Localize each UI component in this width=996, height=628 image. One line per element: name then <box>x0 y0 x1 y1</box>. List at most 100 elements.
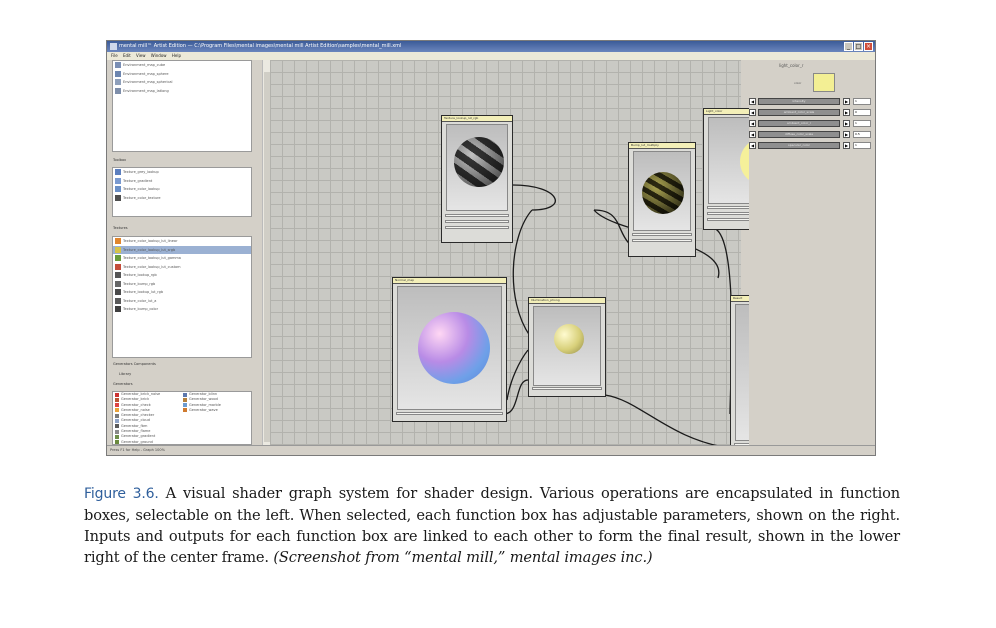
param-left-button[interactable]: ◀ <box>749 109 756 116</box>
node-port-bar[interactable] <box>632 239 692 242</box>
status-bar: Press F1 for Help - Graph 100% <box>107 445 875 455</box>
list-item[interactable]: Environment_map_spherical <box>113 78 251 87</box>
function-icon <box>115 280 121 287</box>
param-slider[interactable]: specular_color <box>758 142 840 149</box>
list-item[interactable]: Environment_map_cube <box>113 61 251 70</box>
list-item[interactable]: Generator_wave <box>181 408 251 413</box>
menu-file[interactable]: File <box>111 53 118 58</box>
list-item[interactable]: Texture_bump_rgb <box>113 280 251 289</box>
section-header-toolbox[interactable]: Toolbox <box>113 158 126 162</box>
param-right-button[interactable]: ▶ <box>843 109 850 116</box>
function-icon <box>115 413 119 418</box>
color-swatch[interactable] <box>813 73 835 92</box>
param-left-button[interactable]: ◀ <box>749 98 756 105</box>
app-icon <box>110 43 117 50</box>
minimize-button[interactable]: _ <box>844 42 853 51</box>
list-item[interactable]: Texture_bump_color <box>113 305 251 314</box>
node-preview <box>533 306 601 386</box>
param-row: ◀ specular_color ▶ 1 <box>749 142 873 149</box>
function-icon <box>115 434 119 439</box>
param-left-button[interactable]: ◀ <box>749 131 756 138</box>
function-icon <box>115 87 121 94</box>
list-item[interactable]: Texture_color_lookup_lut_custom <box>113 263 251 272</box>
function-icon <box>115 186 121 192</box>
function-icon <box>115 79 121 85</box>
param-value[interactable]: 1 <box>853 142 871 149</box>
param-value[interactable]: 1 <box>853 120 871 127</box>
param-right-button[interactable]: ▶ <box>843 131 850 138</box>
function-icon <box>115 403 119 408</box>
list-item-selected[interactable]: Texture_color_lookup_lut_srgb <box>113 245 251 254</box>
function-box-normal-map[interactable]: Normal_map <box>392 277 507 422</box>
list-item[interactable]: Texture_lookup_lut_rgb <box>113 288 251 297</box>
figure-label: Figure 3.6. <box>84 486 159 502</box>
param-left-button[interactable]: ◀ <box>749 142 756 149</box>
list-item[interactable]: Environment_map_latlong <box>113 87 251 96</box>
param-value[interactable]: 0.5 <box>853 131 871 138</box>
connection-wire <box>710 227 733 415</box>
param-right-button[interactable]: ▶ <box>843 120 850 127</box>
function-icon <box>115 418 119 423</box>
node-port-bar[interactable] <box>396 412 503 415</box>
section-header-generators-components[interactable]: Generators Components <box>113 362 156 366</box>
node-title: Illumination_phong <box>529 298 605 304</box>
function-icon <box>115 440 119 444</box>
param-slider[interactable]: intensity <box>758 98 840 105</box>
embedded-screenshot: mental mill™ Artist Edition — C:\Program… <box>106 40 876 456</box>
list-item[interactable]: Texture_color_texture <box>113 194 251 203</box>
list-item[interactable]: Texture_color_lookup <box>113 185 251 194</box>
section-header-generators[interactable]: Generators <box>113 382 133 386</box>
list-item[interactable]: Texture_color_lookup_lut_linear <box>113 237 251 246</box>
node-port-bar[interactable] <box>445 214 509 217</box>
function-icon <box>115 408 119 413</box>
menu-view[interactable]: View <box>136 53 146 58</box>
close-button[interactable]: × <box>864 42 873 51</box>
list-item[interactable]: Texture_gradient <box>113 177 251 186</box>
function-icon <box>115 194 121 201</box>
function-icon <box>115 177 121 184</box>
menu-help[interactable]: Help <box>172 53 181 58</box>
section-subheader-library[interactable]: Library <box>119 372 131 376</box>
node-port-bar[interactable] <box>445 226 509 229</box>
node-preview <box>633 151 691 231</box>
list-item[interactable]: Texture_color_lut_a <box>113 297 251 306</box>
library-list-generators: Generator_brick_noise Generator_brick Ge… <box>112 391 252 445</box>
param-value[interactable]: 0 <box>853 109 871 116</box>
list-item[interactable]: Environment_map_sphere <box>113 70 251 79</box>
function-icon <box>183 392 187 397</box>
shader-graph-canvas[interactable]: Texture_lookup_lut_rgb Normal_map Illumi… <box>270 60 842 453</box>
library-list-textures: Texture_color_lookup_lut_linear Texture_… <box>112 236 252 358</box>
function-box-illumination[interactable]: Illumination_phong <box>528 297 606 397</box>
node-port-bar[interactable] <box>532 387 602 390</box>
list-item[interactable]: Texture_grey_lookup <box>113 168 251 177</box>
function-box-bump-multiply[interactable]: Bump_lut_multiply <box>628 142 696 257</box>
param-row: ◀ diffuse_color_scale ▶ 0.5 <box>749 131 873 138</box>
function-icon <box>183 403 187 408</box>
library-list-top: Environment_map_cube Environment_map_sph… <box>112 60 252 152</box>
node-port-bar[interactable] <box>445 220 509 223</box>
param-slider[interactable]: ambient_color_scale <box>758 109 840 116</box>
param-right-button[interactable]: ▶ <box>843 98 850 105</box>
maximize-button[interactable]: □ <box>854 42 863 51</box>
param-value[interactable]: 1 <box>853 98 871 105</box>
function-icon <box>115 238 121 244</box>
menu-window[interactable]: Window <box>151 53 167 58</box>
menu-edit[interactable]: Edit <box>123 53 131 58</box>
node-title: Texture_lookup_lut_rgb <box>442 116 512 122</box>
function-box-texture-lookup[interactable]: Texture_lookup_lut_rgb <box>441 115 513 243</box>
function-icon <box>115 70 121 77</box>
window-title: mental mill™ Artist Edition — C:\Program… <box>119 43 402 49</box>
function-icon <box>115 255 121 261</box>
connection-wire <box>604 394 723 446</box>
list-item[interactable]: Texture_color_lookup_lut_gamma <box>113 254 251 263</box>
param-left-button[interactable]: ◀ <box>749 120 756 127</box>
sphere-preview <box>554 324 584 354</box>
function-icon <box>115 246 121 253</box>
list-item[interactable]: Texture_lookup_rgb <box>113 271 251 280</box>
section-header-textures[interactable]: Textures <box>113 226 128 230</box>
param-right-button[interactable]: ▶ <box>843 142 850 149</box>
param-slider[interactable]: ambient_color_r <box>758 120 840 127</box>
node-port-bar[interactable] <box>632 233 692 236</box>
function-icon <box>115 392 119 397</box>
param-slider[interactable]: diffuse_color_scale <box>758 131 840 138</box>
